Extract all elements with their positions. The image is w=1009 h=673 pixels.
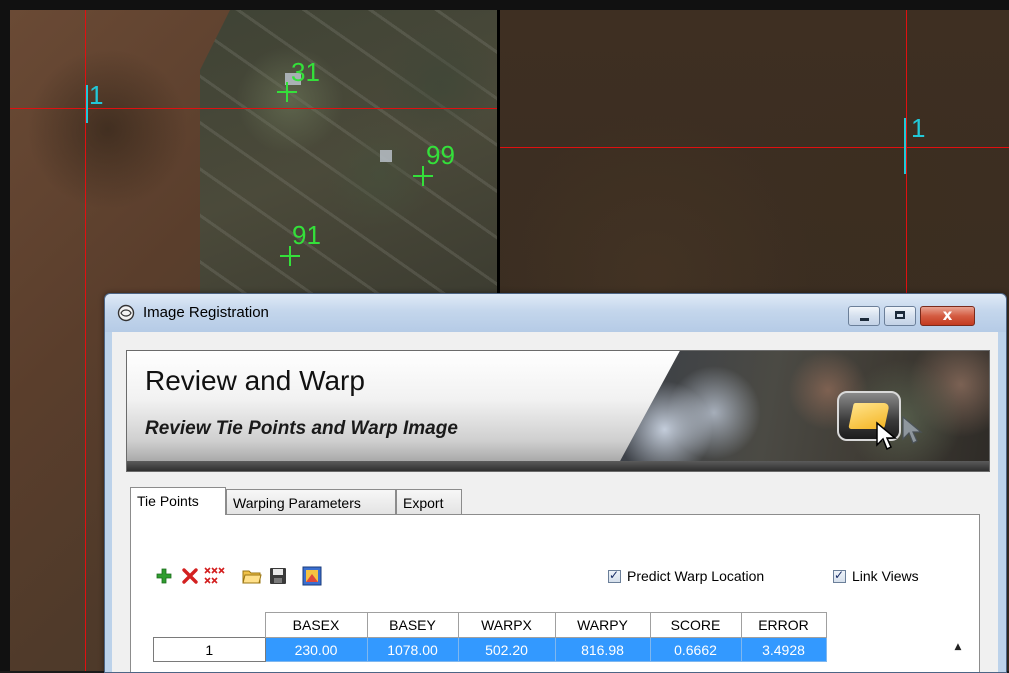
delete-all-icon[interactable]	[203, 565, 225, 587]
row-header[interactable]: 1	[153, 637, 266, 662]
cell-basey[interactable]: 1078.00	[366, 637, 459, 662]
tie-points-table[interactable]: BASEX BASEY WARPX WARPY SCORE ERROR 1 23…	[153, 612, 827, 662]
column-header-score[interactable]: SCORE	[649, 612, 742, 638]
cell-warpx[interactable]: 502.20	[457, 637, 556, 662]
cursor-icon	[876, 421, 898, 451]
image-icon[interactable]	[301, 565, 323, 587]
window-title: Image Registration	[143, 304, 269, 321]
cell-basex[interactable]: 230.00	[264, 637, 368, 662]
close-icon: x	[942, 306, 953, 324]
column-header-warpx[interactable]: WARPX	[457, 612, 556, 638]
cursor-shadow-icon	[902, 415, 923, 444]
column-header-warpy[interactable]: WARPY	[554, 612, 651, 638]
step-banner: Review and Warp Review Tie Points and Wa…	[126, 350, 990, 472]
scroll-up-arrow-icon[interactable]: ▲	[951, 638, 965, 656]
column-header-error[interactable]: ERROR	[740, 612, 827, 638]
left-border	[0, 0, 10, 671]
selected-tiepoint-base-label: 1	[89, 80, 104, 110]
tiepoint-label-31: 31	[291, 57, 320, 87]
close-button[interactable]: x	[920, 306, 975, 326]
base-crosshair-horizontal	[10, 108, 497, 109]
maximize-button[interactable]	[884, 306, 916, 326]
warp-crosshair-horizontal	[500, 147, 1009, 148]
top-border	[0, 0, 1009, 10]
selected-tiepoint-warp-label: 1	[911, 113, 926, 143]
link-views-check-icon[interactable]	[833, 568, 846, 583]
tab-export[interactable]: Export	[396, 489, 462, 515]
dialog-client-area: Review and Warp Review Tie Points and Wa…	[112, 332, 998, 672]
cell-error[interactable]: 3.4928	[740, 637, 827, 662]
image-registration-dialog: Image Registration x Review and Warp Rev…	[104, 293, 1007, 673]
app-icon	[117, 304, 135, 322]
selected-tiepoint-base[interactable]	[86, 85, 88, 123]
table-header-row: BASEX BASEY WARPX WARPY SCORE ERROR	[154, 612, 827, 638]
link-views-label: Link Views	[852, 568, 919, 584]
delete-icon[interactable]	[179, 565, 201, 587]
tie-points-panel: Predict Warp Location Link Views BASEX B…	[130, 514, 980, 672]
tiepoint-label-99: 99	[426, 140, 455, 170]
banner-bottom-bar	[127, 461, 989, 471]
rooftop	[380, 150, 392, 162]
selected-tiepoint-warp[interactable]	[904, 118, 906, 174]
banner-satellite-image	[619, 351, 989, 463]
table-corner	[154, 613, 266, 638]
tab-warping-parameters[interactable]: Warping Parameters	[226, 489, 396, 515]
predict-warp-location-check-icon[interactable]	[608, 568, 621, 583]
predict-warp-location-checkbox[interactable]: Predict Warp Location	[608, 567, 764, 585]
tab-tie-points[interactable]: Tie Points	[130, 487, 226, 515]
table-row[interactable]: 1 230.00 1078.00 502.20 816.98 0.6662 3.…	[153, 637, 827, 662]
cell-warpy[interactable]: 816.98	[554, 637, 651, 662]
link-views-checkbox[interactable]: Link Views	[833, 567, 919, 585]
column-header-basey[interactable]: BASEY	[366, 612, 459, 638]
add-icon[interactable]	[153, 565, 175, 587]
predict-warp-location-label: Predict Warp Location	[627, 568, 765, 584]
save-icon[interactable]	[267, 565, 289, 587]
banner-title: Review and Warp	[145, 365, 365, 396]
minimize-button[interactable]	[848, 306, 880, 326]
column-header-basex[interactable]: BASEX	[264, 612, 368, 638]
cell-score[interactable]: 0.6662	[649, 637, 742, 662]
tiepoint-label-91: 91	[292, 220, 321, 250]
banner-subtitle: Review Tie Points and Warp Image	[145, 418, 458, 439]
open-icon[interactable]	[241, 565, 263, 587]
title-bar[interactable]: Image Registration x	[105, 294, 1006, 332]
